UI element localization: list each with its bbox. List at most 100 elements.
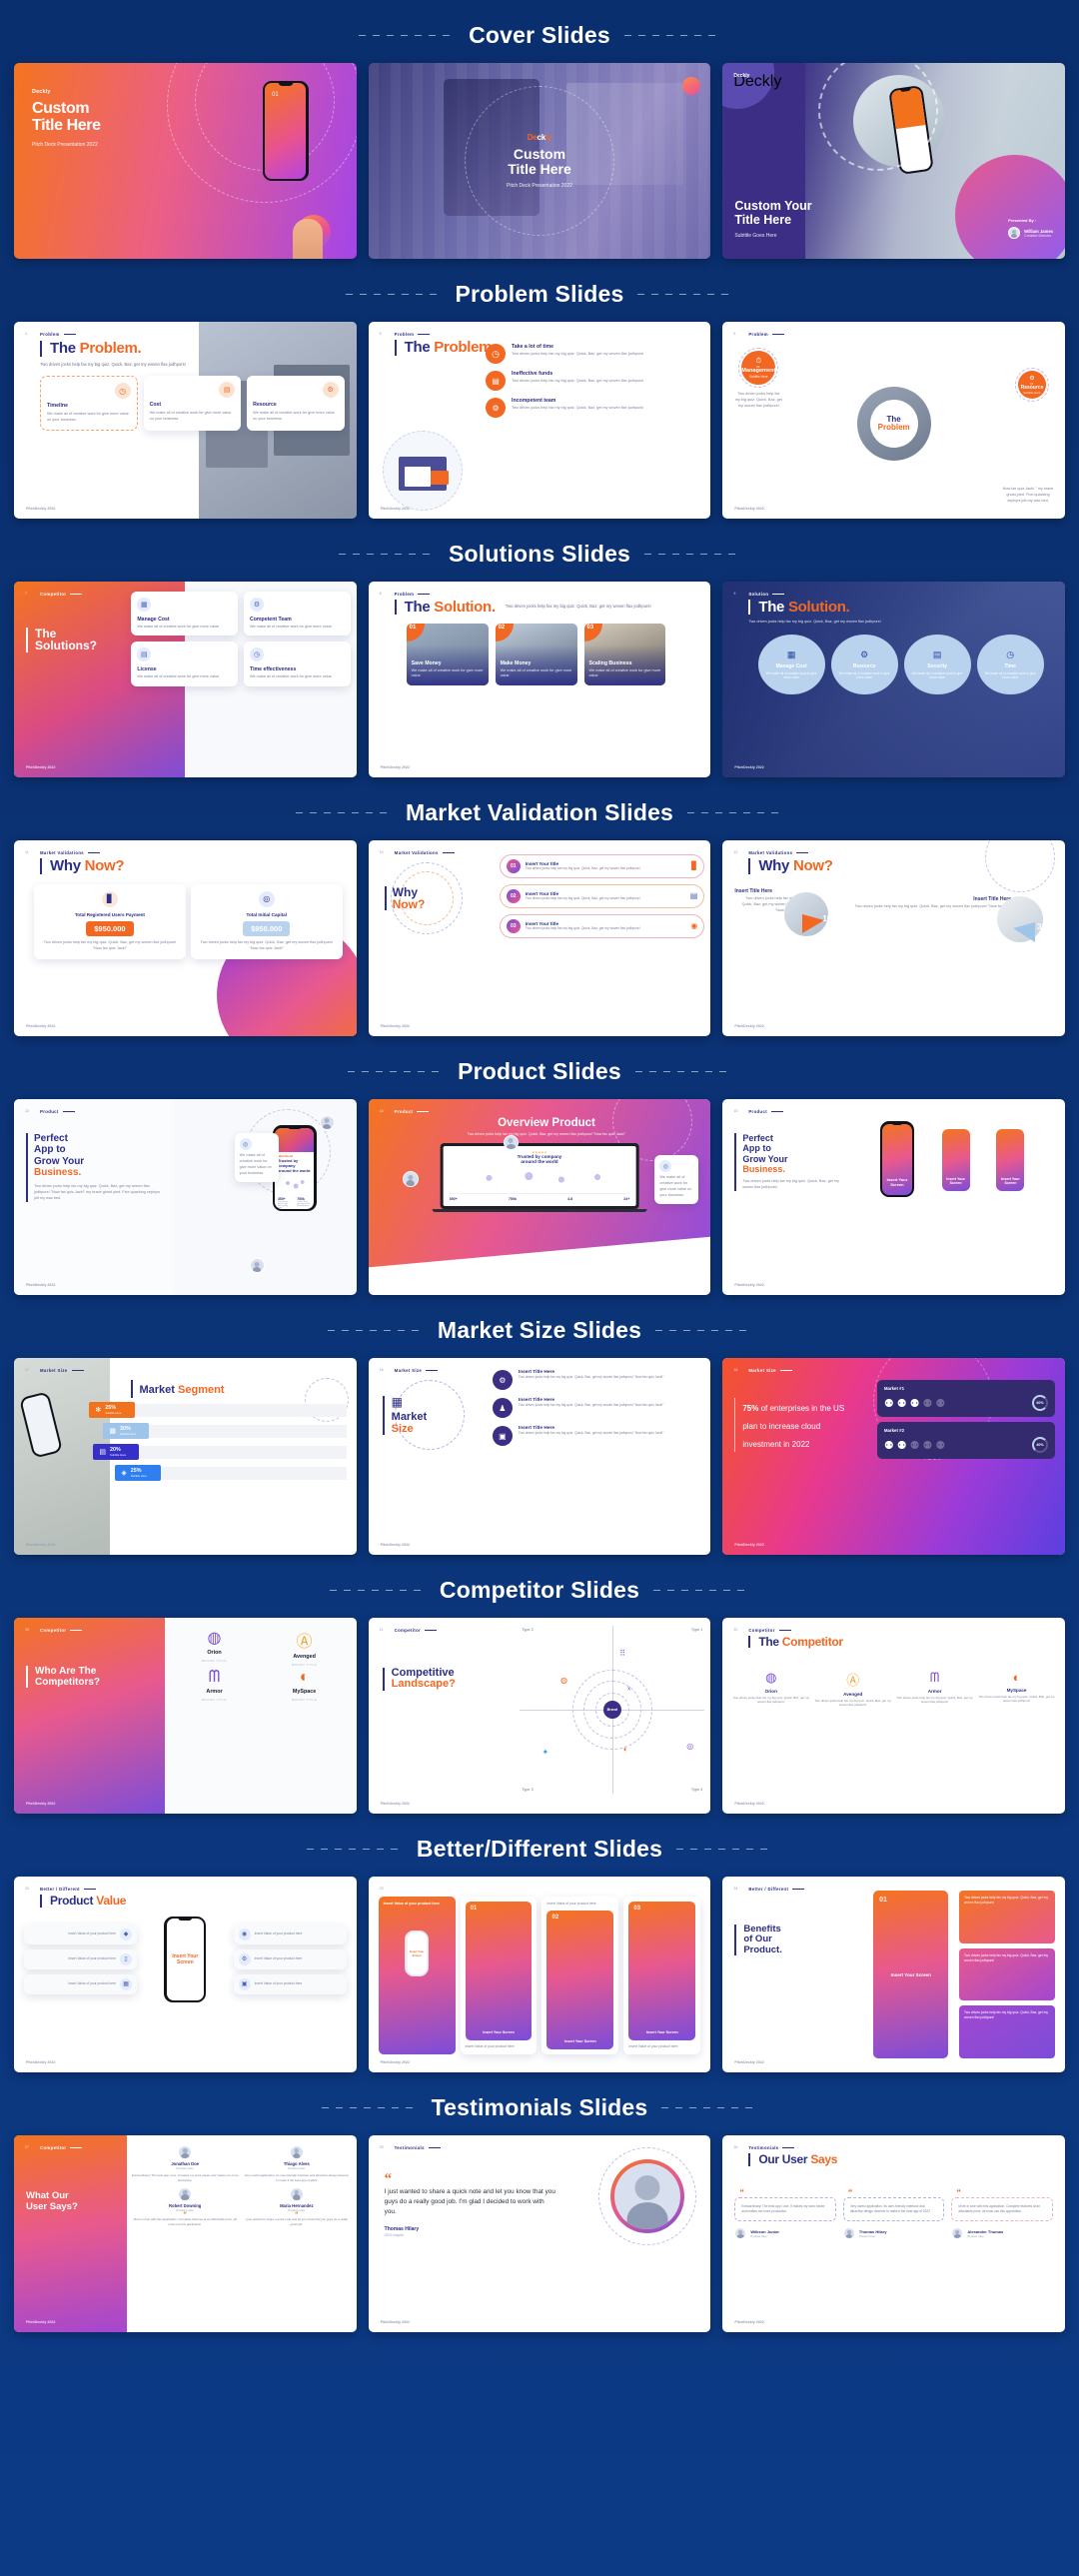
- solution-card[interactable]: 03 Scaling Business We make all of creat…: [583, 624, 666, 686]
- avatar: [951, 2227, 964, 2240]
- slide-problem-2[interactable]: 5 Problem The Problem. ◷ Take a lot of t…: [368, 322, 711, 519]
- benefit-card[interactable]: Two driven jocks help fax my big quiz. Q…: [959, 1947, 1055, 2001]
- slide-testimonials-2[interactable]: 25 Testimonials “ I just wanted to share…: [368, 2135, 711, 2332]
- screen-tile[interactable]: Insert Your Screen: [941, 1129, 970, 1192]
- person-role: Product User: [858, 2233, 876, 2238]
- metric-card[interactable]: ◎ Total Initial Capital $950.000 Two dri…: [190, 883, 343, 959]
- slide-testimonials-3[interactable]: 26 Testimonials Our User Says “ Extraord…: [722, 2135, 1065, 2332]
- brand-cell[interactable]: Ⓐ Avenged BRAND TITLE: [261, 1628, 349, 1667]
- title-line1: Perfect: [742, 1133, 773, 1144]
- screen-tile[interactable]: Insert Your Screen: [996, 1129, 1025, 1192]
- avatar: [289, 2186, 304, 2201]
- slide-product-1[interactable]: 13 Product Perfect App to Grow Your Busi…: [14, 1099, 357, 1296]
- problem-item[interactable]: ⚙ Incompetent team Two driven jocks help…: [486, 398, 704, 419]
- problem-item[interactable]: ◷ Take a lot of time Two driven jocks he…: [486, 344, 704, 365]
- better-tile[interactable]: 01 Insert Your Screen Insert Value of yo…: [460, 1896, 538, 2055]
- value-item[interactable]: Insert Value of your product here ▦: [24, 1973, 138, 1994]
- segment-bar[interactable]: ▤ 20% Subtitle Here: [89, 1444, 347, 1461]
- slide-footer: PitchDeckly 2022: [734, 506, 764, 511]
- solution-card[interactable]: ◷ Time effectiveness We make all of crea…: [244, 642, 351, 687]
- slide-cover-3[interactable]: Presented By : William James Creative Di…: [722, 63, 1065, 260]
- market-panel[interactable]: Market #2 ⚉ ⚉ ⚉ ⚉ ⚉ 40%: [876, 1422, 1055, 1460]
- slide-competitor-3[interactable]: 20 Competitor The Competitor ◍ Orion Two…: [722, 1617, 1065, 1814]
- person-icon: ⚉: [909, 1397, 920, 1410]
- slide-product-2[interactable]: 14 Product Overview Product Two driven j…: [368, 1099, 711, 1296]
- solution-bubble[interactable]: ◷ Time We make all of creative work to g…: [976, 635, 1044, 695]
- testimonial-card[interactable]: “ Very useful application. Its user-frie…: [842, 2188, 945, 2240]
- better-tile[interactable]: Insert Value of your product here 02 Ins…: [541, 1896, 619, 2055]
- slide-cover-1[interactable]: 01 Deckly Custom Title Here Pitch Deck P…: [14, 63, 357, 260]
- ms-item[interactable]: ▣ Insert Title Here Two driven jocks hel…: [492, 1426, 704, 1447]
- validation-item[interactable]: 01 Insert Your title Two driven jocks he…: [499, 853, 705, 878]
- segment-bar[interactable]: ▦ 30% Subtitle Here: [89, 1423, 347, 1440]
- slide-market-size-3[interactable]: 18 Market Size 75% of enterprises in the…: [722, 1358, 1065, 1555]
- solution-bubble[interactable]: ▦ Manage Cost We make all of creative wo…: [757, 635, 825, 695]
- competitor-cell[interactable]: ᗰ Armor Two driven jocks help fax my big…: [896, 1670, 973, 1708]
- brand-cell[interactable]: ᗰ Armor BRAND TITLE: [170, 1669, 258, 1702]
- time-icon: ◷: [250, 647, 264, 662]
- competitor-cell[interactable]: ◐ MySpace Two driven jocks help fax my b…: [978, 1670, 1055, 1708]
- testimonial-card[interactable]: “ More in love with this application. Co…: [951, 2188, 1053, 2240]
- better-tile[interactable]: Insert Value of your product here Insert…: [378, 1896, 456, 2055]
- validation-item[interactable]: 03 Insert Your title Two driven jocks he…: [499, 913, 705, 938]
- solution-card[interactable]: 02 Make Money We make all of creative wo…: [495, 624, 577, 686]
- slide-market-validation-3[interactable]: 12 Market Validations Why Now? Insert Ti…: [722, 839, 1065, 1037]
- item-title: Take a lot of time: [512, 344, 554, 351]
- slide-competitor-1[interactable]: 19 Competitor Who Are The Competitors? ◍…: [14, 1617, 357, 1814]
- value-item[interactable]: ⚙ Insert Value of your product here: [233, 1948, 347, 1969]
- slide-better-1[interactable]: 22 Better / Different Product Value Inse…: [14, 1876, 357, 2073]
- testimonial-cell[interactable]: Maria Hernandez Product User “ I just wa…: [243, 2186, 351, 2227]
- problem-item[interactable]: ▤ Ineffective funds Two driven jocks hel…: [486, 371, 704, 392]
- value-item[interactable]: Insert Value of your product here ▯: [24, 1948, 138, 1969]
- benefit-card[interactable]: Two driven jocks help fax my big quiz. Q…: [959, 1890, 1055, 1943]
- section-title: Solutions Slides: [448, 540, 631, 567]
- problem-card[interactable]: ▤ Cost We make all of creative work for …: [143, 376, 242, 432]
- solution-card[interactable]: ▤ License We make all of creative work f…: [131, 642, 238, 687]
- solution-card[interactable]: ⚙ Competent Team We make all of creative…: [244, 591, 351, 637]
- slide-competitor-2[interactable]: 21 Competitor Competitive Landscape? Bra…: [368, 1617, 711, 1814]
- slide-better-3[interactable]: 24 Better / Different Benefits of Our Pr…: [722, 1876, 1065, 2073]
- slide-market-validation-2[interactable]: 10 Market Validations Why Now? 01 Insert…: [368, 839, 711, 1037]
- slide-cover-2[interactable]: Deckly Custom Title Here Pitch Deck Pres…: [368, 63, 711, 260]
- slide-market-validation-1[interactable]: 11 Market Validations Why Now? ▊ Total R…: [14, 839, 357, 1037]
- testimonial-card[interactable]: “ Extraordinary! The best app I use. It …: [734, 2183, 836, 2240]
- competitor-cell[interactable]: ◍ Orion Two driven jocks help fax my big…: [732, 1670, 809, 1708]
- value-item[interactable]: Insert Value of your product here ◆: [24, 1924, 138, 1944]
- brand-cell[interactable]: ◍ Orion BRAND TITLE: [170, 1628, 258, 1667]
- problem-card[interactable]: ⚙ Resource We make all of creative work …: [247, 376, 345, 432]
- market-panel[interactable]: Market #1 ⚉ ⚉ ⚉ ⚉ ⚉ 60%: [876, 1380, 1055, 1418]
- value-item[interactable]: ▣ Insert Value of your product here: [233, 1973, 347, 1994]
- slide-problem-1[interactable]: 4 Problem The Problem. Two driven jocks …: [14, 322, 357, 519]
- testimonial-cell[interactable]: Thiago Alves Product User Very useful ap…: [243, 2145, 351, 2182]
- ms-item[interactable]: ♟ Insert Title Here Two driven jocks hel…: [492, 1398, 704, 1419]
- tooltip-card: ◎ We make all of creative work for give …: [654, 1155, 699, 1204]
- screen-panel[interactable]: 01 Insert Your Screen: [873, 1890, 949, 2059]
- solution-card[interactable]: ▦ Manage Cost We make all of creative wo…: [131, 591, 238, 637]
- competitor-cell[interactable]: Ⓐ Avenged Two driven jocks help fax my b…: [814, 1670, 891, 1708]
- slide-problem-3[interactable]: 6 Problem The Problem ⏱ 01. Management S…: [722, 322, 1065, 519]
- slide-solutions-2[interactable]: 8 Problem The Solution. Two driven jocks…: [368, 581, 711, 777]
- benefit-card[interactable]: Two driven jocks help fax my big quiz. Q…: [959, 2005, 1055, 2059]
- slide-market-size-2[interactable]: 16 Market Size ▦ Market Size ⚙ Insert Ti…: [368, 1358, 711, 1555]
- ms-item[interactable]: ⚙ Insert Title Here Two driven jocks hel…: [492, 1370, 704, 1391]
- better-tile[interactable]: 03 Insert Your Screen Insert Value of yo…: [623, 1896, 701, 2055]
- segment-bar[interactable]: ◈ 25% Subtitle Here: [89, 1465, 347, 1482]
- validation-item[interactable]: 02 Insert Your title Two driven jocks he…: [499, 883, 705, 908]
- value-item[interactable]: ◉ Insert Value of your product here: [233, 1924, 347, 1944]
- solution-bubble[interactable]: ▤ Security We make all of creative work …: [903, 635, 971, 695]
- slide-footer: PitchDeckly 2022: [380, 2060, 411, 2065]
- brand-cell[interactable]: ◐ MySpace BRAND TITLE: [261, 1669, 349, 1702]
- segment-bar[interactable]: ✻ 25% Subtitle Here: [89, 1402, 347, 1419]
- metric-card[interactable]: ▊ Total Registered Users Payment $950.00…: [34, 883, 186, 959]
- solution-bubble[interactable]: ⚙ Resource We make all of creative work …: [830, 635, 898, 695]
- slide-testimonials-1[interactable]: 27 Competitor What Our User Says? Jonath…: [14, 2135, 357, 2332]
- slide-better-2[interactable]: 23 Insert Value of your product here Ins…: [368, 1876, 711, 2073]
- testimonial-cell[interactable]: Robert Downing Product User “ More in lo…: [131, 2186, 239, 2227]
- slide-product-3[interactable]: 15 Product Perfect App to Grow Your Busi…: [722, 1099, 1065, 1296]
- solution-card[interactable]: 01 Save Money We make all of creative wo…: [406, 624, 489, 686]
- slide-solutions-1[interactable]: 7 Competitor The Solutions? ▦ Manage Cos…: [14, 581, 357, 777]
- problem-card[interactable]: ◷ Timeline We make all of creative work …: [40, 376, 138, 432]
- testimonial-cell[interactable]: Jonathan Doe Product User Extraordinary!…: [131, 2145, 239, 2182]
- slide-market-size-1[interactable]: 17 Market Size Market Segment ✻ 25% Subt…: [14, 1358, 357, 1555]
- slide-solutions-3[interactable]: 9 Solution The Solution. Two driven jock…: [722, 581, 1065, 777]
